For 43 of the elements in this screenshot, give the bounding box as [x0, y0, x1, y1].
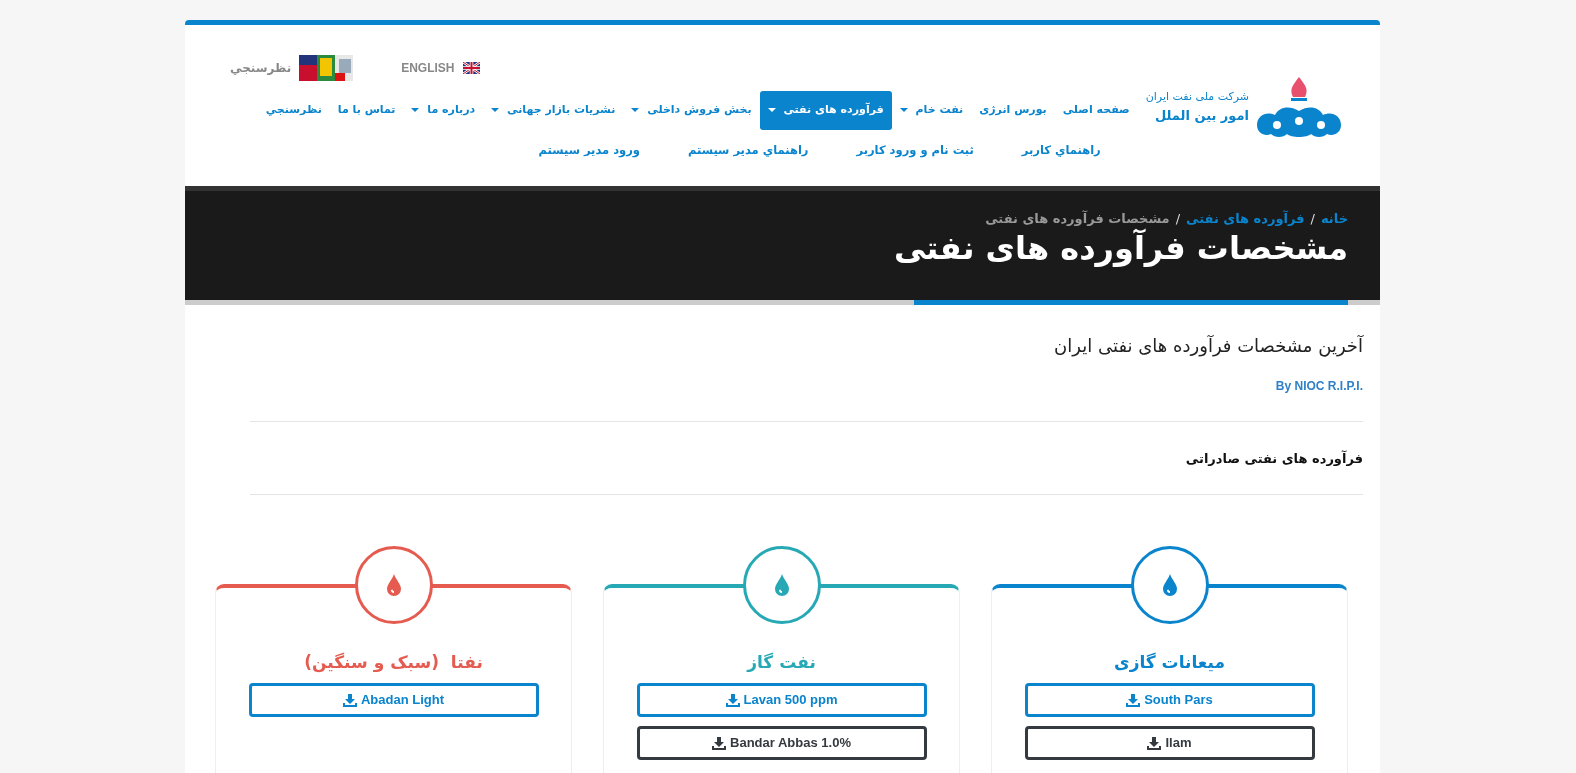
nav-link[interactable]: بخش فروش داخلی	[623, 91, 760, 130]
breadcrumb-link[interactable]: فرآورده های نفتی	[1186, 209, 1305, 229]
nav-link[interactable]: نظرسنجي	[257, 91, 330, 130]
nav-link[interactable]: راهنماي کاربر	[1021, 141, 1101, 159]
nav-link[interactable]: فرآورده های نفتی	[759, 91, 892, 130]
download-icon	[712, 736, 727, 750]
section-heading: آخرین مشخصات فرآورده های نفتی ایران	[1053, 335, 1363, 357]
drop-icon	[1162, 573, 1177, 596]
logo-title: امور بین الملل	[1153, 106, 1249, 125]
download-button[interactable]: Lavan 500 ppm	[636, 683, 927, 718]
language-link[interactable]: ENGLISH	[401, 59, 455, 77]
nav-link[interactable]: نفت خام	[891, 91, 972, 130]
logo-subtitle: شرکت ملی نفت ایران	[1145, 89, 1249, 105]
flags-icon	[299, 55, 354, 81]
download-button[interactable]: Bandar Abbas 1.0%	[636, 726, 927, 761]
download-button[interactable]: Ilam	[1024, 726, 1315, 761]
subsection-title: فرآورده های نفتی صادراتی	[1185, 450, 1363, 466]
nav-link[interactable]: تماس با ما	[329, 91, 404, 130]
nav-link[interactable]: نشریات بازار جهانی	[483, 91, 624, 130]
download-button[interactable]: South Pars	[1024, 683, 1315, 718]
nav-link[interactable]: راهنماي مدير سيستم	[688, 141, 809, 159]
survey-link[interactable]: نظرسنجي	[230, 59, 292, 77]
download-icon	[342, 693, 357, 707]
breadcrumb-separator: /	[1175, 210, 1181, 226]
download-icon	[1126, 693, 1141, 707]
nav-link[interactable]: صفحه اصلی	[1054, 91, 1138, 130]
card-title: نفتا (سبک و سنگین)	[303, 650, 484, 675]
drop-icon	[774, 573, 789, 596]
card-title: نفت گاز	[745, 650, 817, 674]
nav-link[interactable]: ورود مدير سيستم	[538, 141, 640, 159]
breadcrumb-link[interactable]: خانه	[1321, 209, 1348, 229]
breadcrumb-separator: /	[1310, 210, 1315, 228]
download-icon	[725, 693, 740, 707]
nav-link[interactable]: بورس انرژی	[971, 91, 1055, 130]
download-button[interactable]: Abadan Light	[248, 683, 539, 718]
byline: By NIOC R.I.P.I.	[1275, 378, 1363, 393]
drop-icon	[386, 573, 401, 596]
flag-icon	[462, 62, 480, 74]
breadcrumb-current: مشخصات فرآورده های نفتی	[985, 209, 1170, 226]
download-icon	[1147, 736, 1162, 750]
card-title: میعانات گازی	[1113, 650, 1226, 674]
nav-link[interactable]: ثبت نام و ورود کاربر	[856, 141, 974, 159]
nav-link[interactable]: درباره ما	[403, 91, 484, 130]
